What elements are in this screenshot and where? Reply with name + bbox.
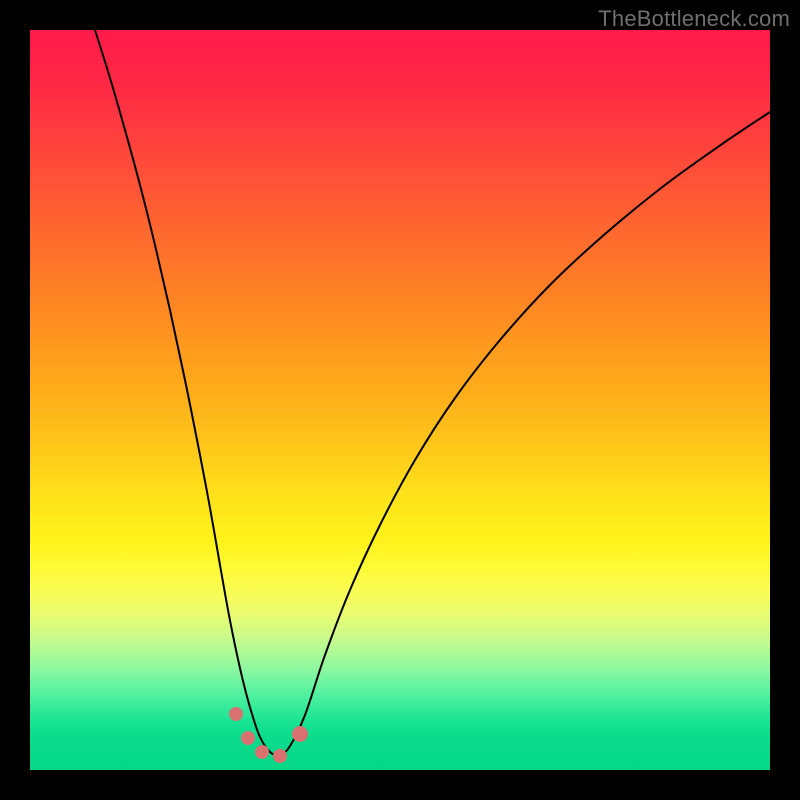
marker-dot <box>241 731 255 745</box>
marker-dot <box>229 707 243 721</box>
watermark-text: TheBottleneck.com <box>598 6 790 32</box>
markers-group <box>229 707 308 763</box>
curve-line <box>95 30 770 755</box>
chart-frame: TheBottleneck.com <box>0 0 800 800</box>
marker-dot <box>255 745 269 759</box>
marker-dot <box>273 749 287 763</box>
chart-svg <box>30 30 770 770</box>
plot-area <box>30 30 770 770</box>
marker-dot <box>292 726 308 742</box>
